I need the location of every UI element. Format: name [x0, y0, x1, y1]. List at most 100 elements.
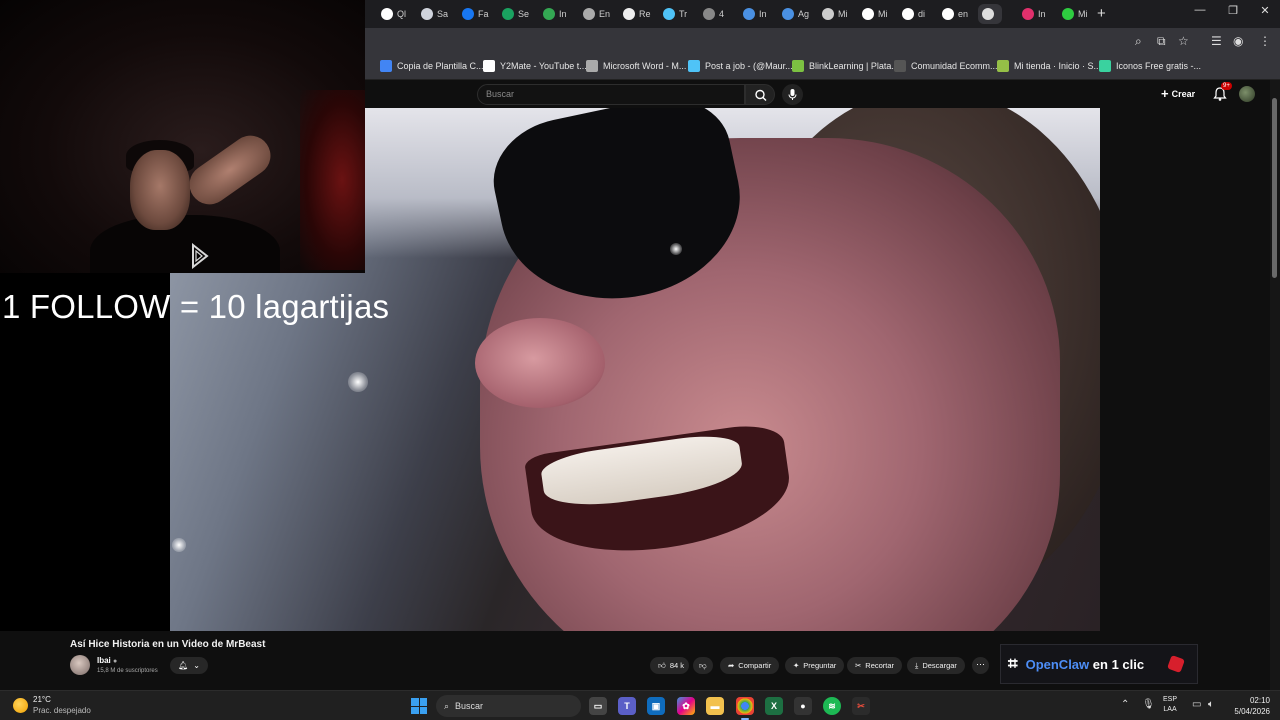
browser-toolbar: ⌕ ⧉ ☆ ☰ ◉ ⋮ — [365, 28, 1280, 54]
close-icon[interactable]: ✕ — [1250, 4, 1280, 17]
bookmark-item[interactable]: Copia de Plantilla C... — [380, 60, 484, 72]
browser-tab[interactable]: Sa — [417, 4, 452, 24]
bookmark-item[interactable]: BlinkLearning | Plata... — [792, 60, 899, 72]
new-tab-button[interactable]: + — [1097, 5, 1106, 22]
bookmark-star-icon[interactable]: ☆ — [1178, 34, 1189, 48]
obs-icon[interactable]: ● — [794, 697, 812, 715]
browser-tab[interactable]: en — [938, 4, 972, 24]
bookmark-item[interactable]: Microsoft Word - M... — [586, 60, 686, 72]
notification-badge: 9+ — [1221, 82, 1232, 90]
search-button[interactable] — [745, 84, 775, 105]
tab-title: En — [599, 9, 611, 19]
page-scrollbar[interactable] — [1270, 80, 1280, 690]
google-icon — [862, 8, 874, 20]
dislike-button[interactable]: 👎︎ — [693, 657, 713, 674]
store-icon[interactable]: ▣ — [647, 697, 665, 715]
browser-tab[interactable]: En — [579, 4, 614, 24]
network-icon[interactable]: ▭ — [1192, 699, 1201, 710]
channel-avatar[interactable] — [70, 655, 90, 675]
profile-icon[interactable]: ◉ — [1233, 34, 1243, 48]
language-indicator[interactable]: ESP LAA — [1163, 695, 1177, 715]
copilot-icon[interactable]: ✿ — [677, 697, 695, 715]
promo-text: OpenClaw en 1 clic — [1026, 657, 1145, 672]
bookmark-item[interactable]: Comunidad Ecomm... — [894, 60, 998, 72]
subscription-bell-button[interactable]: 🔔︎ ⌄ — [170, 657, 208, 674]
weather-temperature[interactable]: 21°C — [33, 695, 51, 704]
reading-list-icon[interactable]: ☰ — [1211, 34, 1222, 48]
search-icon — [755, 89, 767, 101]
browser-tab[interactable]: In — [739, 4, 771, 24]
tab-title: Mi — [838, 9, 848, 19]
share-label: Compartir — [738, 661, 772, 670]
ask-button[interactable]: ✦ Preguntar — [785, 657, 845, 674]
video-frame-nose — [475, 318, 605, 408]
bookmark-label: Iconos Free gratis -... — [1116, 61, 1202, 71]
browser-tab[interactable]: di — [898, 4, 929, 24]
account-avatar[interactable] — [1239, 86, 1255, 102]
browser-tab[interactable]: Fa — [458, 4, 493, 24]
excel-icon[interactable]: X — [765, 697, 783, 715]
browser-tab[interactable]: In — [1018, 4, 1050, 24]
browser-tab[interactable]: Tr — [659, 4, 691, 24]
promo-banner[interactable]: ⌗ OpenClaw en 1 clic — [1000, 644, 1198, 684]
clip-button[interactable]: ✂ Recortar — [847, 657, 903, 674]
thumbs-up-icon: 👍︎ — [658, 660, 666, 670]
snipping-tool-icon[interactable]: ✂ — [852, 697, 870, 715]
like-button[interactable]: 👍︎ 84 k — [650, 657, 690, 674]
scrollbar-thumb[interactable] — [1272, 98, 1277, 278]
browser-tab[interactable]: Mi — [858, 4, 892, 24]
tab-title: Ag — [798, 9, 810, 19]
webcam-background-light — [300, 90, 365, 270]
channel-name[interactable]: Ibai ● — [97, 656, 117, 665]
teams-icon[interactable]: T — [618, 697, 636, 715]
search-input[interactable]: Buscar — [477, 84, 745, 105]
instagram-icon — [1022, 8, 1034, 20]
bookmark-item[interactable]: Mi tienda · Inicio · S... — [997, 60, 1101, 72]
share-button[interactable]: ➦ Compartir — [720, 657, 780, 674]
browser-tab[interactable]: Ag — [778, 4, 813, 24]
spotify-icon[interactable]: ≋ — [823, 697, 841, 715]
language-code: ESP — [1163, 696, 1178, 703]
restore-icon[interactable]: ❐ — [1218, 4, 1248, 17]
microphone-icon[interactable]: 🎙︎ — [1142, 699, 1155, 710]
windows-start-button[interactable] — [411, 698, 427, 714]
browser-tab[interactable]: Se — [498, 4, 533, 24]
download-button[interactable]: ⤓ Descargar — [907, 657, 965, 674]
browser-tab[interactable]: Ql — [377, 4, 410, 24]
bookmark-item[interactable]: Y2Mate - YouTube t... — [483, 60, 587, 72]
browser-tab[interactable]: In — [539, 4, 571, 24]
weather-description[interactable]: Prac. despejado — [33, 706, 91, 715]
chrome-icon[interactable] — [736, 697, 754, 720]
chevron-up-icon[interactable]: ⌃ — [1121, 699, 1129, 710]
zoom-icon[interactable]: ⌕ — [1135, 34, 1142, 49]
openai-icon — [703, 8, 715, 20]
system-clock[interactable]: 02:10 5/04/2026 — [1228, 695, 1270, 717]
minimize-icon[interactable]: — — [1185, 4, 1215, 16]
download-label: Descargar — [922, 661, 957, 670]
screen: + — ❐ ✕ Ql Sa Fa Se In En Re Tr 4 In Ag Mi Mi di en In M… — [0, 0, 1280, 720]
taskbar-search[interactable]: ⌕ Buscar — [436, 695, 581, 717]
voice-search-button[interactable] — [782, 84, 803, 105]
more-actions-button[interactable]: ⋯ — [972, 657, 989, 674]
bookmark-item[interactable]: Iconos Free gratis -... — [1099, 60, 1201, 72]
chat-icon — [743, 8, 755, 20]
browser-tab[interactable]: 4 — [699, 4, 728, 24]
bookmark-item[interactable]: Post a job - (@Maur... — [688, 60, 793, 72]
menu-icon[interactable]: ⋮ — [1259, 34, 1271, 48]
install-app-icon[interactable]: ⧉ — [1157, 34, 1166, 49]
k-icon — [1062, 8, 1074, 20]
verified-icon: ● — [113, 658, 118, 665]
tab-title: Ql — [397, 9, 406, 19]
browser-tab[interactable]: Re — [619, 4, 655, 24]
create-button[interactable]: + Crear — [1161, 86, 1195, 101]
plus-icon: + — [1161, 86, 1169, 101]
browser-tab[interactable]: Mi — [818, 4, 852, 24]
task-view-icon[interactable]: ▭ — [589, 697, 607, 715]
file-explorer-icon[interactable]: ▬ — [706, 697, 724, 715]
browser-tab[interactable]: Mi — [1058, 4, 1092, 24]
browser-tab[interactable] — [978, 4, 1002, 24]
facebook-icon — [462, 8, 474, 20]
volume-icon[interactable]: 🔈︎ — [1208, 699, 1214, 710]
google-icon — [381, 8, 393, 20]
weather-sun-icon[interactable] — [13, 698, 28, 713]
